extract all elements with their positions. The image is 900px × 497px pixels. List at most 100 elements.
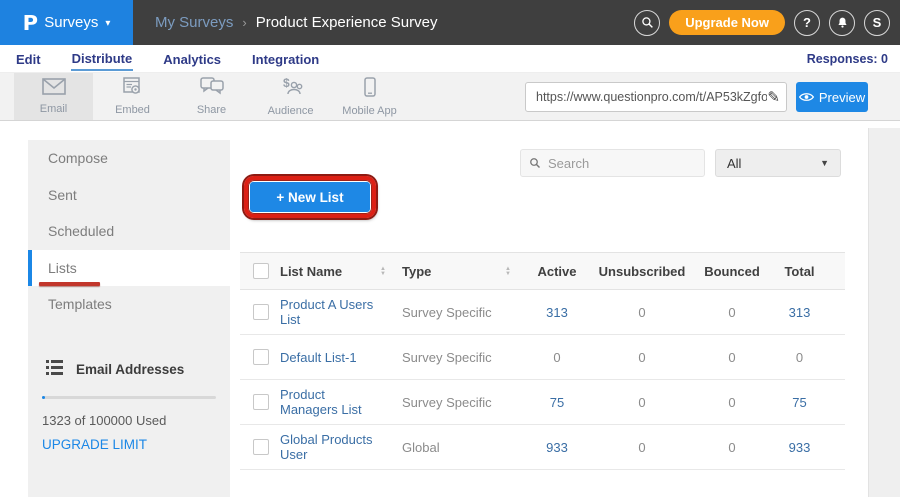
search-icon	[529, 157, 541, 169]
channel-label: Audience	[268, 105, 314, 117]
unsubscribed-count: 0	[587, 305, 697, 320]
email-addresses-title: Email Addresses	[76, 362, 184, 377]
channel-mobile-app[interactable]: Mobile App	[330, 73, 409, 120]
email-usage-text: 1323 of 100000 Used	[42, 413, 216, 428]
breadcrumb-survey-title: Product Experience Survey	[256, 14, 438, 31]
sort-icon[interactable]: ▲▼	[505, 267, 511, 277]
survey-url-field: ✎	[525, 82, 787, 112]
sidebar-item-lists[interactable]: Lists	[28, 250, 230, 287]
upgrade-now-button[interactable]: Upgrade Now	[669, 10, 785, 35]
sidebar-item-compose[interactable]: Compose	[28, 140, 230, 177]
new-list-button[interactable]: + New List	[250, 182, 370, 212]
col-total: Total	[767, 264, 832, 279]
help-icon[interactable]: ?	[794, 10, 820, 36]
breadcrumb-separator-icon: ›	[242, 15, 246, 30]
col-list-name: List Name	[280, 264, 380, 279]
list-search-input[interactable]	[548, 156, 696, 171]
bounced-count: 0	[697, 350, 767, 365]
channel-audience[interactable]: $ Audience	[251, 73, 330, 120]
user-avatar[interactable]: S	[864, 10, 890, 36]
eye-icon	[799, 92, 814, 102]
table-row: Default List-1 Survey Specific 0 0 0 0	[240, 335, 845, 380]
active-count[interactable]: 933	[527, 440, 587, 455]
survey-url-input[interactable]	[536, 90, 767, 104]
audience-icon: $	[278, 77, 304, 102]
toolbar-right: ✎ Preview	[525, 82, 868, 112]
total-count[interactable]: 75	[767, 395, 832, 410]
distribute-toolbar: Email Embed Share $ Audience Mobile App …	[0, 73, 900, 121]
unsubscribed-count: 0	[587, 440, 697, 455]
email-usage-progressbar	[42, 396, 216, 399]
tab-analytics[interactable]: Analytics	[162, 48, 222, 70]
channel-email[interactable]: Email	[14, 73, 93, 120]
mobile-app-icon	[364, 77, 376, 102]
list-name-link[interactable]: Global Products User	[280, 432, 380, 462]
tab-distribute[interactable]: Distribute	[71, 47, 134, 71]
row-checkbox[interactable]	[253, 439, 269, 455]
top-header: P Surveys ▾ My Surveys › Product Experie…	[0, 0, 900, 45]
email-sidebar: Compose Sent Scheduled Lists Templates E…	[28, 140, 230, 497]
table-header-row: List Name ▲▼ Type ▲▼ Active Unsubscribed…	[240, 252, 845, 290]
lists-main: + New List All ▼ List Name ▲▼ Type ▲▼ Ac…	[240, 121, 845, 497]
embed-icon	[123, 77, 143, 101]
channel-label: Mobile App	[342, 105, 396, 117]
list-rows-icon	[46, 360, 63, 378]
sidebar-item-templates[interactable]: Templates	[28, 286, 230, 323]
channel-embed[interactable]: Embed	[93, 73, 172, 120]
total-count[interactable]: 0	[767, 350, 832, 365]
header-actions: Upgrade Now ? S	[634, 0, 890, 45]
share-icon	[200, 77, 224, 101]
upgrade-limit-link[interactable]: UPGRADE LIMIT	[42, 437, 147, 452]
sidebar-item-scheduled[interactable]: Scheduled	[28, 213, 230, 250]
active-count[interactable]: 0	[527, 350, 587, 365]
annotation-highlight-ring: + New List	[244, 176, 376, 218]
bounced-count: 0	[697, 440, 767, 455]
channel-label: Share	[197, 104, 226, 116]
col-unsubscribed: Unsubscribed	[587, 264, 697, 279]
tab-edit[interactable]: Edit	[15, 48, 42, 70]
email-usage-progress-fill	[42, 396, 45, 399]
list-name-link[interactable]: Product A Users List	[280, 297, 380, 327]
preview-label: Preview	[819, 90, 865, 105]
list-type: Global	[402, 440, 505, 455]
row-checkbox[interactable]	[253, 349, 269, 365]
table-row: Product A Users List Survey Specific 313…	[240, 290, 845, 335]
row-checkbox[interactable]	[253, 394, 269, 410]
content-area: Compose Sent Scheduled Lists Templates E…	[0, 121, 900, 497]
active-count[interactable]: 313	[527, 305, 587, 320]
total-count[interactable]: 313	[767, 305, 832, 320]
email-icon	[42, 78, 66, 100]
surveys-product-menu[interactable]: P Surveys ▾	[0, 0, 133, 45]
channel-share[interactable]: Share	[172, 73, 251, 120]
breadcrumb-my-surveys[interactable]: My Surveys	[155, 14, 233, 31]
bounced-count: 0	[697, 395, 767, 410]
table-row: Product Managers List Survey Specific 75…	[240, 380, 845, 425]
email-addresses-panel: Email Addresses 1323 of 100000 Used UPGR…	[28, 360, 230, 454]
total-count[interactable]: 933	[767, 440, 832, 455]
preview-button[interactable]: Preview	[796, 82, 868, 112]
sort-icon[interactable]: ▲▼	[380, 267, 386, 277]
col-type: Type	[402, 264, 505, 279]
list-name-link[interactable]: Product Managers List	[280, 387, 380, 417]
responses-count: Responses: 0	[807, 52, 888, 66]
sidebar-item-sent[interactable]: Sent	[28, 177, 230, 214]
filter-value: All	[727, 156, 741, 171]
active-count[interactable]: 75	[527, 395, 587, 410]
row-checkbox[interactable]	[253, 304, 269, 320]
tab-integration[interactable]: Integration	[251, 48, 320, 70]
page-gutter	[868, 128, 900, 497]
survey-tabbar: Edit Distribute Analytics Integration Re…	[0, 45, 900, 73]
list-name-link[interactable]: Default List-1	[280, 350, 380, 365]
unsubscribed-count: 0	[587, 350, 697, 365]
list-filter-dropdown[interactable]: All ▼	[715, 149, 841, 177]
notifications-bell-icon[interactable]	[829, 10, 855, 36]
search-icon[interactable]	[634, 10, 660, 36]
channel-label: Embed	[115, 104, 150, 116]
edit-pencil-icon[interactable]: ✎	[767, 88, 780, 106]
list-type: Survey Specific	[402, 305, 505, 320]
product-name: Surveys	[44, 14, 98, 31]
chevron-down-icon: ▾	[105, 18, 110, 29]
channel-label: Email	[40, 103, 68, 115]
select-all-checkbox[interactable]	[253, 263, 269, 279]
bounced-count: 0	[697, 305, 767, 320]
